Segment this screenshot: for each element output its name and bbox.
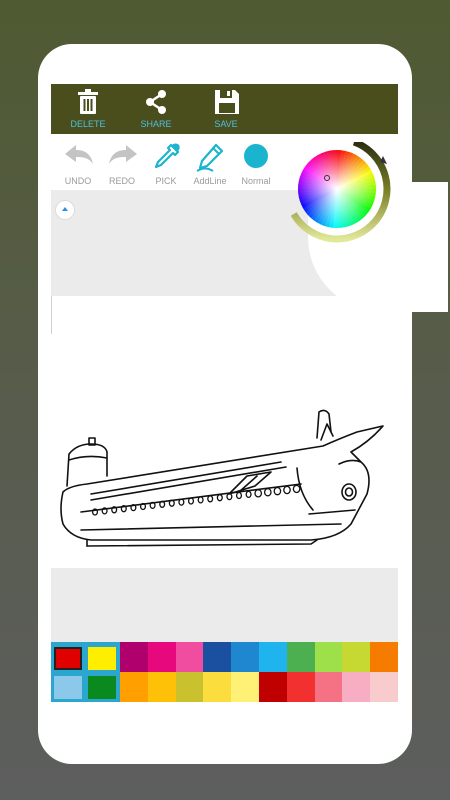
primary-color-swatch[interactable] [54,647,82,670]
palette-swatch[interactable] [370,642,398,672]
top-toolbar: DELETE SHARE SAVE [51,84,398,134]
delete-label: DELETE [70,119,106,129]
palette-swatch[interactable] [342,672,371,702]
color-wheel-icon[interactable] [290,142,410,262]
palette-swatch[interactable] [231,672,260,702]
palette-swatch[interactable] [203,642,232,672]
palette-swatch[interactable] [286,672,316,702]
palette-swatch[interactable] [286,642,316,672]
bottom-panel [51,568,398,642]
tertiary-color-swatch[interactable] [54,676,82,699]
normal-label: Normal [241,176,271,186]
drawing-canvas[interactable] [51,334,398,602]
save-label: SAVE [214,119,238,129]
eyedropper-icon [154,143,180,169]
quaternary-color-swatch[interactable] [88,676,116,699]
share-icon [146,90,166,114]
selected-colors-panel [51,642,120,702]
palette-swatch[interactable] [314,672,343,702]
normal-brush-button[interactable]: Normal [231,134,281,190]
color-palette [51,642,398,702]
palette-swatch[interactable] [120,642,149,672]
palette-swatch[interactable] [203,672,232,702]
palette-swatch[interactable] [259,672,288,702]
palette-swatch[interactable] [259,642,288,672]
divider [51,296,52,334]
palette-swatch[interactable] [370,672,398,702]
submarine-drawing [60,409,384,547]
undo-icon [65,145,93,164]
palette-swatch[interactable] [231,642,260,672]
save-button[interactable]: SAVE [191,84,261,134]
palette-swatch[interactable] [147,642,177,672]
trash-icon [78,89,98,114]
palette-swatch[interactable] [175,672,204,702]
secondary-color-swatch[interactable] [88,647,116,670]
palette-swatch[interactable] [175,642,204,672]
share-label: SHARE [140,119,172,129]
collapse-arrow-icon[interactable] [55,200,75,220]
palette-swatch[interactable] [120,672,149,702]
redo-icon [109,145,137,164]
delete-button[interactable]: DELETE [53,84,123,134]
palette-swatch[interactable] [342,642,371,672]
brush-circle-icon [244,144,268,168]
pencil-icon [196,143,224,172]
share-button[interactable]: SHARE [121,84,191,134]
palette-swatch[interactable] [147,672,177,702]
save-icon [215,90,239,114]
palette-swatch[interactable] [314,642,343,672]
